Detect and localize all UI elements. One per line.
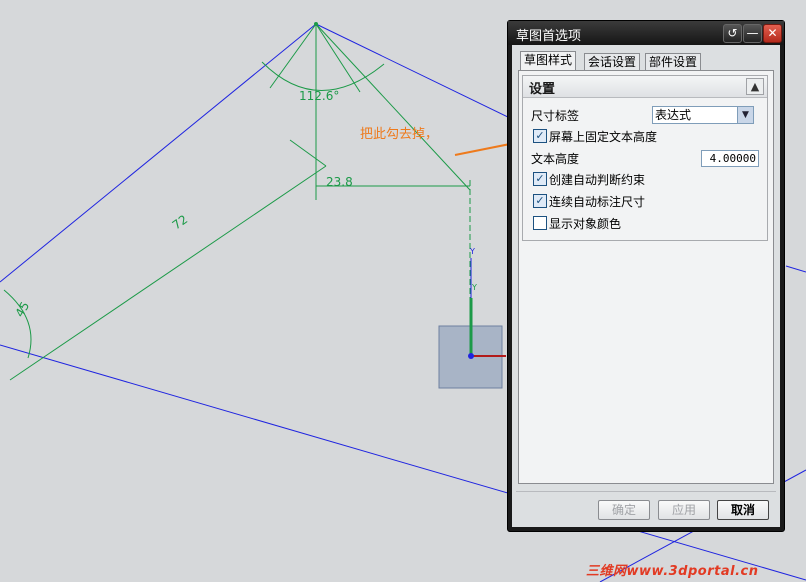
sketch-line[interactable] bbox=[0, 23, 317, 283]
sketch-preferences-dialog[interactable]: 草图首选项 ↺ — ✕ 草图样式 会话设置 部件设置 设置 ▲ 尺寸标签 表达式… bbox=[507, 20, 785, 532]
watermark-text: 三维网www.3dportal.cn bbox=[586, 564, 759, 579]
dropdown-arrow-icon[interactable]: ▼ bbox=[737, 107, 753, 123]
horizontal-dimension: 23.8 bbox=[326, 175, 353, 189]
text-height-input[interactable]: 4.00000 bbox=[701, 150, 759, 167]
length-dimension: 72 bbox=[170, 212, 191, 232]
reset-button[interactable]: ↺ bbox=[723, 24, 742, 43]
continuous-auto-dim-checkbox[interactable]: ✓ bbox=[533, 194, 547, 208]
show-object-color-label: 显示对象颜色 bbox=[549, 217, 622, 231]
sketch-line[interactable] bbox=[315, 23, 511, 119]
dimension-label-select[interactable]: 表达式 ▼ bbox=[652, 106, 754, 124]
fixed-text-height-checkbox[interactable]: ✓ bbox=[533, 129, 547, 143]
continuous-auto-dim-label: 连续自动标注尺寸 bbox=[549, 195, 646, 209]
dimension-label-text: 尺寸标签 bbox=[531, 109, 580, 123]
dimensions[interactable] bbox=[3, 23, 471, 381]
text-height-label: 文本高度 bbox=[531, 152, 580, 166]
reset-icon: ↺ bbox=[727, 26, 738, 40]
settings-header[interactable]: 设置 ▲ bbox=[523, 76, 767, 98]
collapse-button[interactable]: ▲ bbox=[746, 78, 764, 95]
auto-constraints-label: 创建自动判断约束 bbox=[549, 173, 646, 187]
ok-button[interactable]: 确定 bbox=[598, 500, 650, 520]
title-bar[interactable]: 草图首选项 ↺ — ✕ bbox=[508, 21, 784, 45]
dimension-label-value: 表达式 bbox=[655, 108, 692, 122]
fixed-text-height-label: 屏幕上固定文本高度 bbox=[549, 130, 658, 144]
settings-group: 设置 ▲ 尺寸标签 表达式 ▼ ✓ 屏幕上固定文本高度 文本高度 4.00000… bbox=[522, 75, 768, 241]
tab-part-settings[interactable]: 部件设置 bbox=[645, 53, 702, 71]
angle-dimension: 112.6° bbox=[299, 89, 339, 103]
tab-sketch-style[interactable]: 草图样式 bbox=[520, 51, 577, 72]
window-title: 草图首选项 bbox=[516, 29, 582, 44]
auto-constraints-checkbox[interactable]: ✓ bbox=[533, 172, 547, 186]
minimize-icon: — bbox=[746, 26, 759, 40]
callout-leader bbox=[454, 142, 516, 156]
minimize-button[interactable]: — bbox=[743, 24, 762, 43]
cancel-button[interactable]: 取消 bbox=[717, 500, 769, 520]
y-axis-label: Y bbox=[469, 247, 475, 256]
tab-panel: 设置 ▲ 尺寸标签 表达式 ▼ ✓ 屏幕上固定文本高度 文本高度 4.00000… bbox=[518, 70, 774, 484]
chevron-up-icon: ▲ bbox=[750, 80, 760, 93]
sketch-line[interactable] bbox=[785, 265, 806, 273]
tab-session-settings[interactable]: 会话设置 bbox=[584, 53, 641, 71]
dialog-body: 草图样式 会话设置 部件设置 设置 ▲ 尺寸标签 表达式 ▼ ✓ 屏幕上固定文本… bbox=[512, 45, 780, 527]
close-icon: ✕ bbox=[767, 26, 778, 40]
y-axis-label: Y bbox=[471, 283, 477, 292]
annotation-text: 把此勾去掉， bbox=[360, 127, 439, 142]
small-angle-dimension: 45 bbox=[12, 299, 32, 319]
section-title: 设置 bbox=[529, 82, 556, 97]
show-object-color-checkbox[interactable] bbox=[533, 216, 547, 230]
footer-divider bbox=[516, 491, 776, 492]
apply-button[interactable]: 应用 bbox=[658, 500, 710, 520]
close-button[interactable]: ✕ bbox=[763, 24, 782, 43]
